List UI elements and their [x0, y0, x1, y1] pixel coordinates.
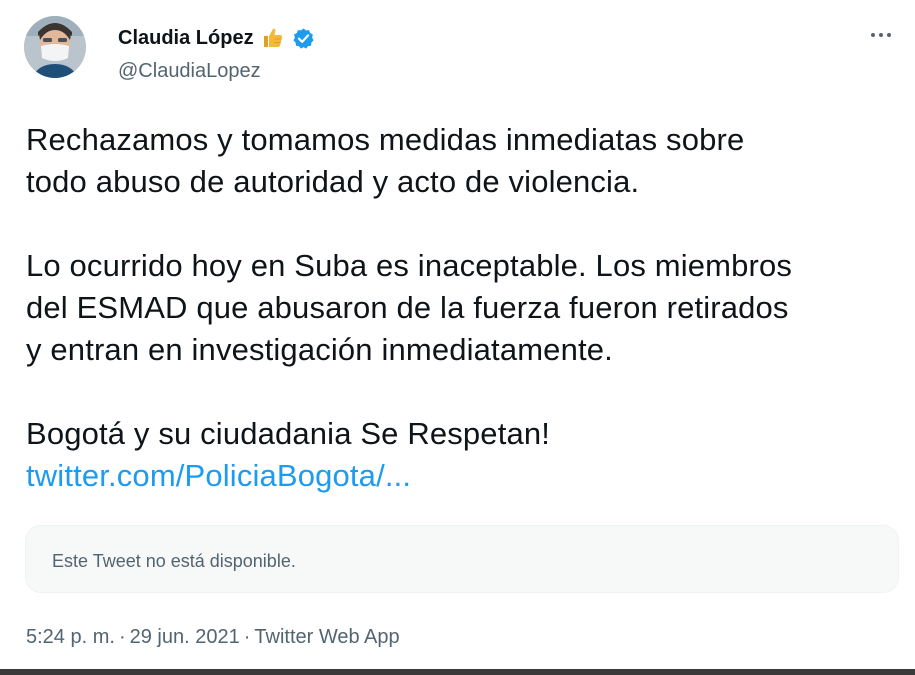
tweet-link[interactable]: twitter.com/PoliciaBogota/...	[26, 455, 411, 497]
quote-unavailable-text: Este Tweet no está disponible.	[52, 551, 296, 571]
thumbs-up-icon	[261, 26, 285, 50]
tweet-metadata: 5:24 p. m. · 29 jun. 2021 · Twitter Web …	[26, 623, 400, 651]
bottom-border	[0, 669, 915, 675]
author-handle[interactable]: @ClaudiaLopez	[118, 58, 261, 84]
more-options-icon	[871, 33, 891, 37]
tweet-time[interactable]: 5:24 p. m.	[26, 623, 115, 651]
tweet-link-line: twitter.com/PoliciaBogota/...	[26, 455, 901, 497]
tweet-text-line: todo abuso de autoridad y acto de violen…	[26, 164, 640, 199]
verified-badge-icon	[292, 27, 315, 50]
author-display-name[interactable]: Claudia López	[118, 24, 254, 52]
more-options-button[interactable]	[864, 20, 898, 50]
quoted-tweet-unavailable[interactable]: Este Tweet no está disponible.	[25, 525, 899, 593]
avatar[interactable]	[24, 16, 86, 78]
tweet-body: Rechazamos y tomamos medidas inmediatas …	[26, 119, 901, 497]
avatar-photo-icon	[24, 16, 86, 78]
meta-separator: ·	[243, 626, 251, 648]
tweet-text-line: del ESMAD que abusaron de la fuerza fuer…	[26, 290, 789, 325]
tweet-source[interactable]: Twitter Web App	[254, 623, 399, 651]
tweet-date[interactable]: 29 jun. 2021	[130, 623, 240, 651]
author-name-row: Claudia López	[118, 24, 315, 52]
tweet-text-line: Bogotá y su ciudadania Se Respetan!	[26, 416, 551, 451]
tweet-text-line: Rechazamos y tomamos medidas inmediatas …	[26, 122, 745, 157]
tweet-card: Claudia López @ClaudiaLopez Rechazamos y…	[0, 0, 915, 675]
meta-separator: ·	[118, 626, 126, 648]
tweet-text-line: y entran en investigación inmediatamente…	[26, 332, 613, 367]
tweet-text-line: Lo ocurrido hoy en Suba es inaceptable. …	[26, 248, 793, 283]
